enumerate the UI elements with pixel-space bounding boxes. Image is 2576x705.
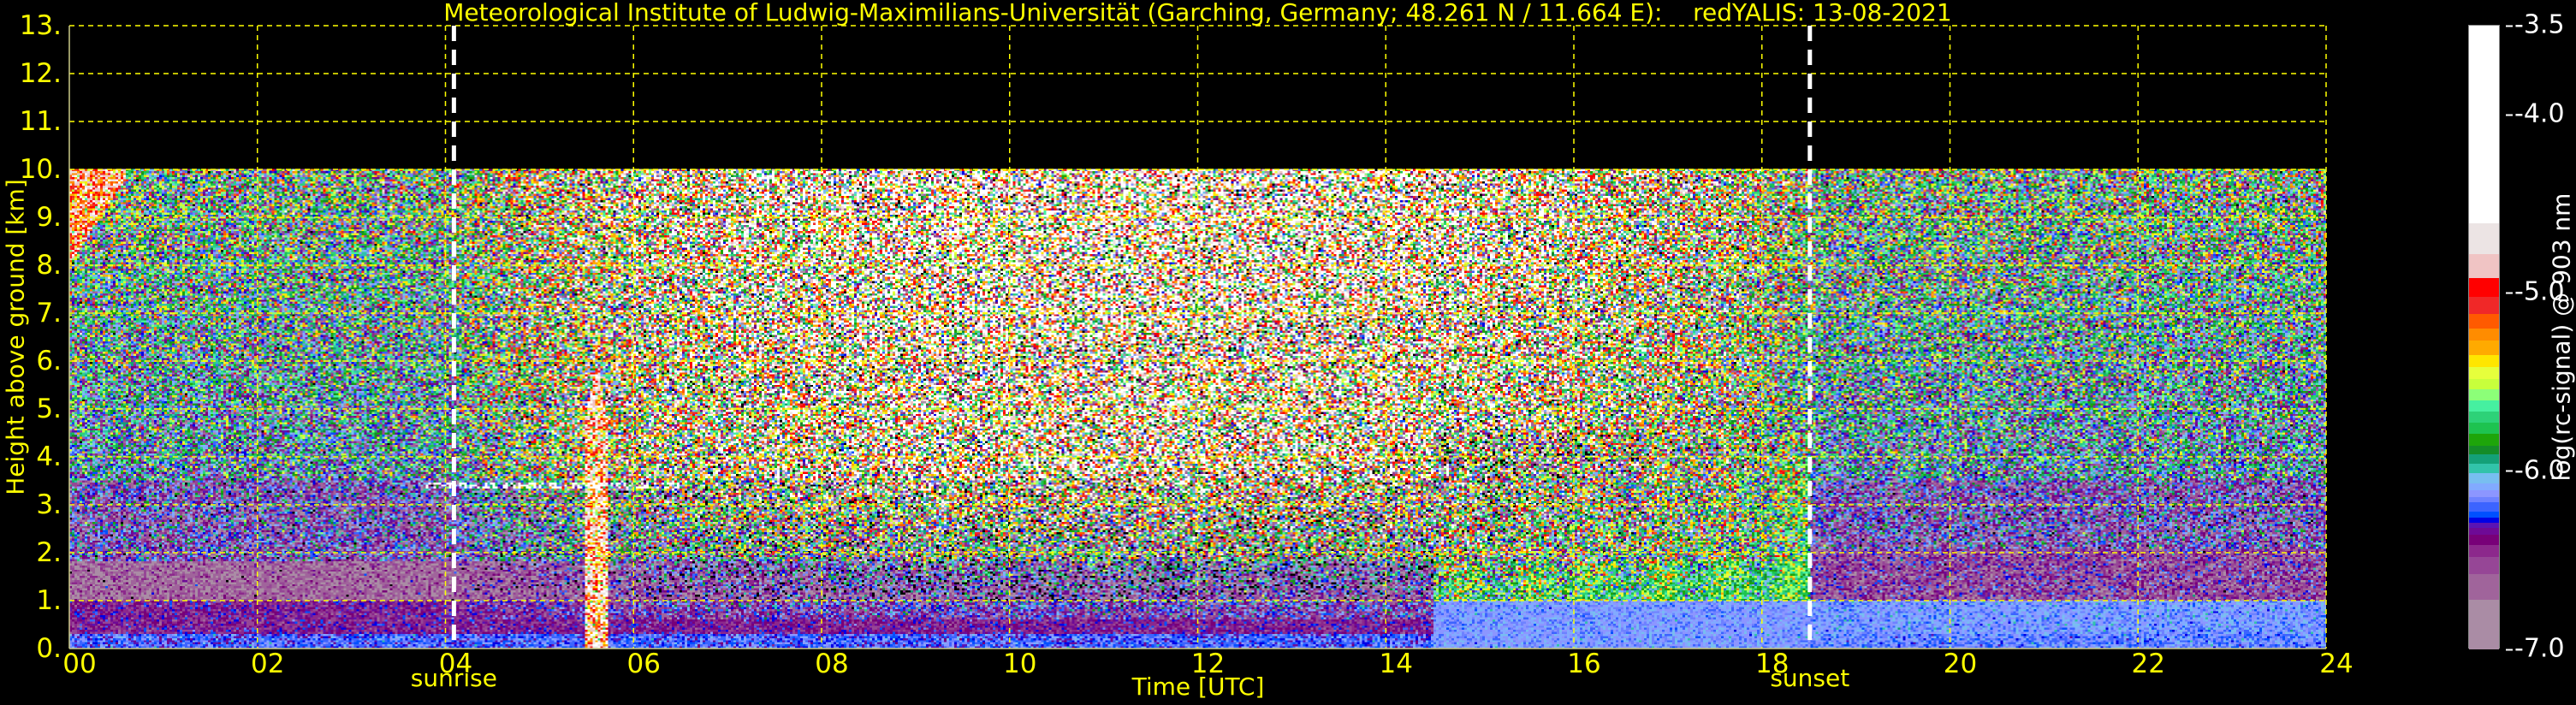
colorbar-band bbox=[2469, 527, 2499, 536]
colorbar-band bbox=[2469, 511, 2499, 518]
y-tick-label: 11. bbox=[19, 106, 62, 137]
sunrise-label: sunrise bbox=[410, 664, 497, 692]
colorbar-band bbox=[2469, 483, 2499, 491]
colorbar-band bbox=[2469, 472, 2499, 483]
colorbar-band bbox=[2469, 534, 2499, 546]
y-tick-label: 3. bbox=[36, 489, 62, 520]
colorbar-band bbox=[2469, 313, 2499, 329]
colorbar-band bbox=[2469, 517, 2499, 523]
x-tick-label: 10 bbox=[1003, 649, 1037, 679]
colorbar-band bbox=[2469, 26, 2499, 223]
colorbar bbox=[2468, 25, 2500, 650]
y-tick-label: 0. bbox=[36, 633, 62, 664]
grid-overlay bbox=[68, 25, 2327, 649]
x-axis-label: Time [UTC] bbox=[1131, 672, 1265, 701]
x-tick-label: 14 bbox=[1379, 649, 1413, 679]
x-tick-label: 22 bbox=[2131, 649, 2165, 679]
colorbar-band bbox=[2469, 433, 2499, 446]
colorbar-band bbox=[2469, 253, 2499, 278]
x-tick-label: 24 bbox=[2319, 649, 2353, 679]
colorbar-band bbox=[2469, 378, 2499, 389]
colorbar-band bbox=[2469, 277, 2499, 297]
colorbar-band bbox=[2469, 463, 2499, 474]
colorbar-band bbox=[2469, 328, 2499, 341]
colorbar-band bbox=[2469, 422, 2499, 435]
colorbar-band bbox=[2469, 573, 2499, 601]
colorbar-band bbox=[2469, 366, 2499, 379]
colorbar-tick-label: -3.5 bbox=[2506, 10, 2565, 40]
colorbar-band bbox=[2469, 400, 2499, 412]
colorbar-tick-label: -7.0 bbox=[2506, 634, 2565, 664]
colorbar-band bbox=[2469, 556, 2499, 575]
x-tick-label: 06 bbox=[626, 649, 661, 679]
plot-area bbox=[68, 25, 2327, 649]
colorbar-band bbox=[2469, 489, 2499, 497]
colorbar-band bbox=[2469, 222, 2499, 255]
y-axis-label: Height above ground [km] bbox=[1, 179, 30, 495]
colorbar-band bbox=[2469, 501, 2499, 512]
colorbar-band bbox=[2469, 340, 2499, 355]
y-tick-label: 5. bbox=[36, 394, 62, 424]
colorbar-band bbox=[2469, 354, 2499, 367]
y-tick-label: 2. bbox=[36, 537, 62, 568]
colorbar-band bbox=[2469, 522, 2499, 529]
x-tick-label: 02 bbox=[251, 649, 285, 679]
y-tick-label: 7. bbox=[36, 298, 62, 329]
y-tick-label: 9. bbox=[36, 202, 62, 233]
colorbar-band bbox=[2469, 544, 2499, 558]
colorbar-band bbox=[2469, 296, 2499, 314]
colorbar-band bbox=[2469, 388, 2499, 401]
colorbar-band bbox=[2469, 445, 2499, 454]
colorbar-band bbox=[2469, 599, 2499, 650]
chart-title: Meteorological Institute of Ludwig-Maxim… bbox=[443, 0, 1952, 27]
colorbar-band bbox=[2469, 411, 2499, 424]
x-tick-label: 00 bbox=[62, 649, 97, 679]
colorbar-band bbox=[2469, 496, 2499, 503]
colorbar-band bbox=[2469, 453, 2499, 464]
colorbar-label: log(rc-signal) @ 903 nm bbox=[2547, 193, 2576, 482]
y-tick-label: 8. bbox=[36, 250, 62, 281]
y-tick-label: 4. bbox=[36, 441, 62, 472]
sunset-label: sunset bbox=[1770, 664, 1850, 692]
y-tick-label: 1. bbox=[36, 585, 62, 616]
y-tick-label: 12. bbox=[19, 58, 62, 89]
colorbar-tick-label: -4.0 bbox=[2506, 99, 2565, 129]
x-tick-label: 20 bbox=[1943, 649, 1978, 679]
x-tick-label: 08 bbox=[815, 649, 849, 679]
y-tick-label: 13. bbox=[19, 10, 62, 41]
y-tick-label: 6. bbox=[36, 346, 62, 376]
x-tick-label: 16 bbox=[1567, 649, 1601, 679]
